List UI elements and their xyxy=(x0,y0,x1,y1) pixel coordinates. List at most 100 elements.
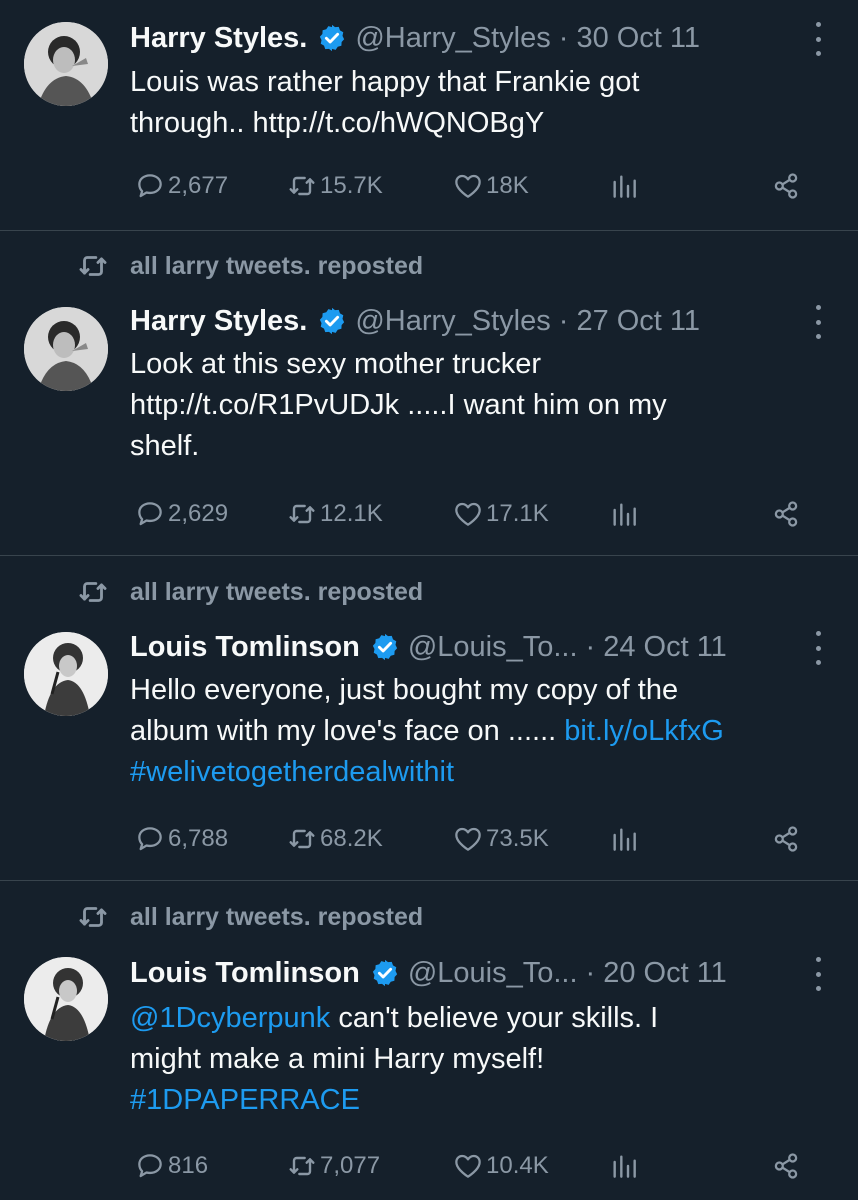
tweet-text-line: through.. http://t.co/hWQNOBgY xyxy=(130,107,545,139)
repost-label: all larry tweets. reposted xyxy=(130,577,424,606)
repost-button[interactable]: 7,077 xyxy=(286,1148,380,1184)
heart-icon xyxy=(455,1154,481,1178)
tweet-date[interactable]: 24 Oct 11 xyxy=(603,631,727,664)
tweet-text-segment: can't believe your skills. I xyxy=(330,1002,659,1034)
reply-button[interactable]: 816 xyxy=(134,1148,208,1184)
like-count: 17.1K xyxy=(486,500,549,527)
heart-icon xyxy=(455,174,481,198)
repost-count: 12.1K xyxy=(320,500,383,527)
tweet-header: Harry Styles. @Harry_Styles · 27 Oct 11 xyxy=(130,301,818,341)
bar-chart-icon xyxy=(613,503,636,526)
repost-indicator[interactable]: all larry tweets. reposted xyxy=(76,899,423,935)
bar-chart-icon xyxy=(613,828,636,851)
repost-indicator[interactable]: all larry tweets. reposted xyxy=(76,574,423,610)
tweet[interactable]: all larry tweets. reposted Harry Styles.… xyxy=(0,231,858,555)
reply-button[interactable]: 2,629 xyxy=(134,496,228,532)
like-button[interactable]: 10.4K xyxy=(452,1148,549,1184)
tweet-link[interactable]: bit.ly/oLkfxG xyxy=(564,715,724,747)
repost-count: 15.7K xyxy=(320,172,383,199)
repost-indicator[interactable]: all larry tweets. reposted xyxy=(76,248,423,284)
tweet-text-line: shelf. xyxy=(130,430,200,462)
repost-button[interactable]: 12.1K xyxy=(286,496,383,532)
tweet[interactable]: all larry tweets. reposted Louis Tomlins… xyxy=(0,881,858,1200)
like-count: 18K xyxy=(486,172,529,199)
views-button[interactable] xyxy=(608,168,642,204)
speech-bubble-icon xyxy=(138,174,162,198)
reply-count: 6,788 xyxy=(168,825,229,852)
share-button[interactable] xyxy=(770,168,804,204)
repost-arrows-icon xyxy=(289,504,315,524)
like-button[interactable]: 17.1K xyxy=(452,496,549,532)
author-name[interactable]: Louis Tomlinson xyxy=(130,957,360,990)
like-count: 73.5K xyxy=(486,825,549,852)
reply-button[interactable]: 2,677 xyxy=(134,168,228,204)
tweet-text: Look at this sexy mother trucker http://… xyxy=(130,344,830,467)
tweet-header: Louis Tomlinson @Louis_To... · 20 Oct 11 xyxy=(130,953,818,993)
views-button[interactable] xyxy=(608,821,642,857)
verified-badge-icon xyxy=(372,959,397,987)
avatar[interactable] xyxy=(24,307,108,391)
separator-dot: · xyxy=(585,630,596,663)
repost-arrows-icon xyxy=(289,829,315,849)
like-button[interactable]: 18K xyxy=(452,168,529,204)
tweet[interactable]: all larry tweets. reposted Louis Tomlins… xyxy=(0,556,858,880)
reply-button[interactable]: 6,788 xyxy=(134,821,228,857)
tweet-text: Hello everyone, just bought my copy of t… xyxy=(130,670,830,793)
tweet-date[interactable]: 20 Oct 11 xyxy=(603,957,727,990)
avatar[interactable] xyxy=(24,632,108,716)
author-handle[interactable]: @Harry_Styles xyxy=(355,305,550,338)
mention-link[interactable]: @1Dcyberpunk xyxy=(130,1002,330,1034)
share-button[interactable] xyxy=(770,496,804,532)
bar-chart-icon xyxy=(613,175,636,198)
hashtag-link[interactable]: #welivetogetherdealwithit xyxy=(130,756,454,788)
author-handle[interactable]: @Harry_Styles xyxy=(355,22,550,55)
author-name[interactable]: Harry Styles. xyxy=(130,305,307,338)
vertical-ellipsis-icon[interactable] xyxy=(812,22,824,56)
repost-button[interactable]: 68.2K xyxy=(286,821,383,857)
repost-button[interactable]: 15.7K xyxy=(286,168,383,204)
timeline-feed: Harry Styles. @Harry_Styles · 30 Oct 11 … xyxy=(0,0,858,1200)
views-button[interactable] xyxy=(608,1148,642,1184)
views-button[interactable] xyxy=(608,496,642,532)
like-button[interactable]: 73.5K xyxy=(452,821,549,857)
repost-arrows-icon xyxy=(289,176,315,196)
hashtag-link[interactable]: #1DPAPERRACE xyxy=(130,1084,360,1116)
heart-icon xyxy=(455,827,481,851)
repost-arrows-icon xyxy=(79,907,107,927)
author-handle[interactable]: @Louis_To... xyxy=(408,631,578,664)
share-nodes-icon xyxy=(774,173,798,199)
tweet-actions: 2,677 15.7K 18K xyxy=(134,168,814,204)
tweet[interactable]: Harry Styles. @Harry_Styles · 30 Oct 11 … xyxy=(0,0,858,230)
tweet-actions: 2,629 12.1K 17.1K xyxy=(134,496,814,532)
tweet-header: Louis Tomlinson @Louis_To... · 24 Oct 11 xyxy=(130,627,818,667)
avatar[interactable] xyxy=(24,957,108,1041)
repost-arrows-icon xyxy=(79,582,107,602)
tweet-text-line: @1Dcyberpunk can't believe your skills. … xyxy=(130,998,830,1039)
vertical-ellipsis-icon[interactable] xyxy=(812,631,824,665)
author-name[interactable]: Louis Tomlinson xyxy=(130,631,360,664)
repost-count: 68.2K xyxy=(320,825,383,852)
vertical-ellipsis-icon[interactable] xyxy=(812,957,824,991)
tweet-actions: 6,788 68.2K 73.5K xyxy=(134,821,814,857)
author-handle[interactable]: @Louis_To... xyxy=(408,957,578,990)
tweet-date[interactable]: 27 Oct 11 xyxy=(576,305,700,338)
tweet-text-line: #welivetogetherdealwithit xyxy=(130,752,830,793)
reply-count: 2,629 xyxy=(168,500,229,527)
share-nodes-icon xyxy=(774,826,798,852)
tweet-text-line: Louis was rather happy that Frankie got xyxy=(130,66,640,98)
verified-badge-icon xyxy=(320,307,345,335)
share-button[interactable] xyxy=(770,821,804,857)
share-button[interactable] xyxy=(770,1148,804,1184)
share-nodes-icon xyxy=(774,501,798,527)
tweet-text-line: might make a mini Harry myself! xyxy=(130,1043,545,1075)
separator-dot: · xyxy=(558,21,569,54)
separator-dot: · xyxy=(558,304,569,337)
vertical-ellipsis-icon[interactable] xyxy=(812,305,824,339)
tweet-text-line: #1DPAPERRACE xyxy=(130,1080,830,1121)
verified-badge-icon xyxy=(372,633,397,661)
avatar[interactable] xyxy=(24,22,108,106)
tweet-date[interactable]: 30 Oct 11 xyxy=(576,22,700,55)
author-name[interactable]: Harry Styles. xyxy=(130,22,307,55)
share-nodes-icon xyxy=(774,1153,798,1179)
tweet-text-line: Look at this sexy mother trucker xyxy=(130,348,541,380)
